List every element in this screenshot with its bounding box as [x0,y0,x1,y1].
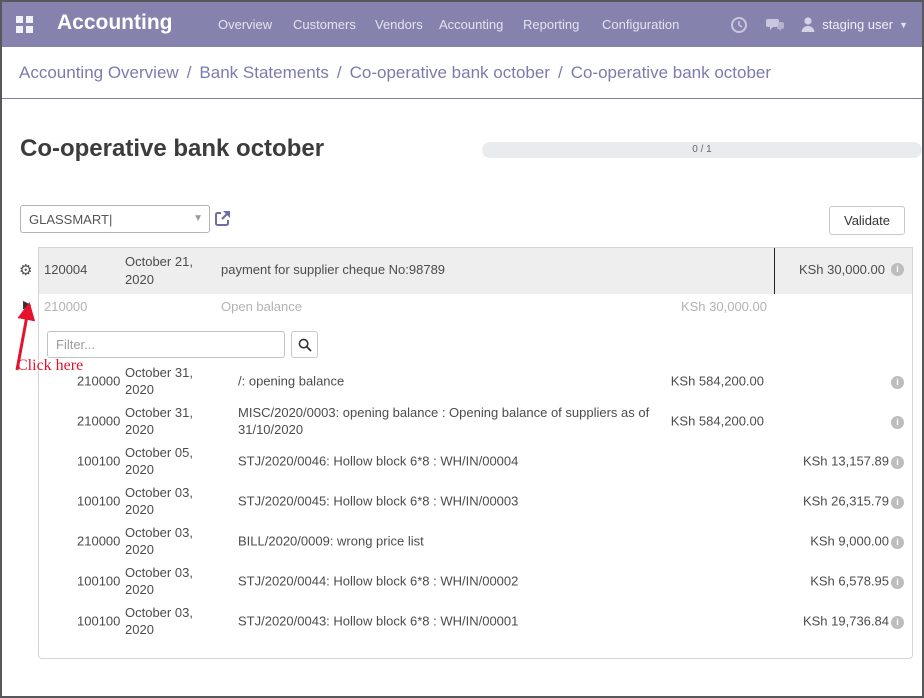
statement-label: payment for supplier cheque No:98789 [221,262,446,277]
expand-arrow-icon[interactable]: ▶ [23,298,31,311]
line-label: STJ/2020/0046: Hollow block 6*8 : WH/IN/… [238,453,519,469]
move-line-row[interactable]: 210000 October 31, 2020 MISC/2020/0003: o… [39,401,912,441]
statement-gear-icon[interactable]: ⚙ [19,261,32,279]
line-account: 210000 [77,413,121,429]
info-icon[interactable]: i [891,263,904,276]
validate-button[interactable]: Validate [828,206,905,235]
open-balance-label: Open balance [221,299,302,314]
breadcrumb-separator: / [557,62,563,82]
breadcrumb: Accounting Overview / Bank Statements / … [2,47,922,99]
line-date: October 03, 2020 [125,605,193,637]
move-lines-list: 210000 October 31, 2020 /: opening balanc… [39,361,912,641]
line-label: BILL/2020/0009: wrong price list [238,533,424,549]
app-brand[interactable]: Accounting [57,11,173,35]
search-icon [298,338,312,352]
breadcrumb-separator: / [186,62,192,82]
line-account: 210000 [77,373,121,389]
line-account: 210000 [77,533,121,549]
nav-item-configuration[interactable]: Configuration [602,17,679,32]
move-line-row[interactable]: 210000 October 31, 2020 /: opening balanc… [39,361,912,401]
line-account: 100100 [77,493,121,509]
filter-wrap [47,331,285,358]
user-avatar-icon [801,17,815,32]
annotation-click-here: Click here [17,357,84,374]
line-label: STJ/2020/0045: Hollow block 6*8 : WH/IN/… [238,493,519,509]
external-link-icon[interactable] [213,209,232,228]
breadcrumb-accounting-overview[interactable]: Accounting Overview [19,63,179,83]
line-credit: KSh 26,315.79 [802,493,889,509]
activities-clock-icon[interactable] [730,16,748,34]
statement-amount: KSh 30,000.00 [798,262,885,277]
open-balance-amount: KSh 30,000.00 [680,299,767,314]
app-window: Accounting Overview Customers Vendors Ac… [0,0,924,698]
breadcrumb-current: Co-operative bank october [570,62,772,82]
move-line-row[interactable]: 100100 October 05, 2020 STJ/2020/0046: Ho… [39,441,912,481]
open-balance-row[interactable]: 210000 Open balance KSh 30,000.00 [39,294,912,321]
line-account: 100100 [77,613,121,629]
open-balance-account: 210000 [44,299,88,314]
breadcrumb-separator: / [336,62,342,82]
top-navbar: Accounting Overview Customers Vendors Ac… [2,2,922,47]
partner-input[interactable] [20,205,210,233]
line-debit: KSh 584,200.00 [670,413,764,429]
info-icon[interactable]: i [891,376,904,389]
pager-progress: 0 / 1 [482,142,922,158]
navbar-right-group: staging user ▼ [730,2,908,47]
user-menu[interactable]: staging user ▼ [800,16,908,33]
line-credit: KSh 19,736.84 [802,613,889,629]
nav-item-customers[interactable]: Customers [293,17,356,32]
info-icon[interactable]: i [891,456,904,469]
info-icon[interactable]: i [891,616,904,629]
breadcrumb-bank-statements[interactable]: Bank Statements [199,63,328,83]
statement-ref: 120004 [44,262,88,277]
apps-grid-icon[interactable] [16,16,33,33]
statement-date: October 21, 2020 [125,254,193,287]
statement-line-row: 120004 October 21, 2020 payment for supp… [39,248,912,294]
line-date: October 03, 2020 [125,525,193,557]
user-name-label: staging user [822,17,894,32]
line-credit: KSh 6,578.95 [810,573,889,589]
search-button[interactable] [291,331,318,358]
messages-chat-icon[interactable] [765,16,785,34]
info-icon[interactable]: i [891,416,904,429]
statement-amount-cell: KSh 30,000.00 i [799,262,904,277]
line-debit: KSh 584,200.00 [670,373,764,389]
move-line-row[interactable]: 100100 October 03, 2020 STJ/2020/0043: Ho… [39,601,912,641]
user-menu-caret-icon: ▼ [899,19,908,30]
line-account: 100100 [77,573,121,589]
filter-input[interactable] [47,331,285,358]
reconciliation-widget: 120004 October 21, 2020 payment for supp… [38,247,913,659]
info-icon[interactable]: i [891,576,904,589]
line-date: October 05, 2020 [125,445,193,477]
move-line-row[interactable]: 210000 October 03, 2020 BILL/2020/0009: w… [39,521,912,561]
info-icon[interactable]: i [891,536,904,549]
nav-item-accounting[interactable]: Accounting [439,17,503,32]
line-credit: KSh 13,157.89 [802,453,889,469]
line-date: October 03, 2020 [125,485,193,517]
breadcrumb-statement[interactable]: Co-operative bank october [350,63,550,83]
nav-item-vendors[interactable]: Vendors [375,17,423,32]
line-credit: KSh 9,000.00 [810,533,889,549]
move-line-row[interactable]: 100100 October 03, 2020 STJ/2020/0045: Ho… [39,481,912,521]
line-account: 100100 [77,453,121,469]
line-date: October 03, 2020 [125,565,193,597]
line-label: STJ/2020/0044: Hollow block 6*8 : WH/IN/… [238,573,519,589]
partner-select-wrap: ▼ [20,205,210,233]
line-label: STJ/2020/0043: Hollow block 6*8 : WH/IN/… [238,613,519,629]
move-line-row[interactable]: 100100 October 03, 2020 STJ/2020/0044: Ho… [39,561,912,601]
nav-item-overview[interactable]: Overview [218,17,272,32]
info-icon[interactable]: i [891,496,904,509]
line-date: October 31, 2020 [125,365,193,397]
nav-item-reporting[interactable]: Reporting [523,17,579,32]
page-title: Co-operative bank october [20,135,325,162]
line-date: October 31, 2020 [125,405,193,437]
